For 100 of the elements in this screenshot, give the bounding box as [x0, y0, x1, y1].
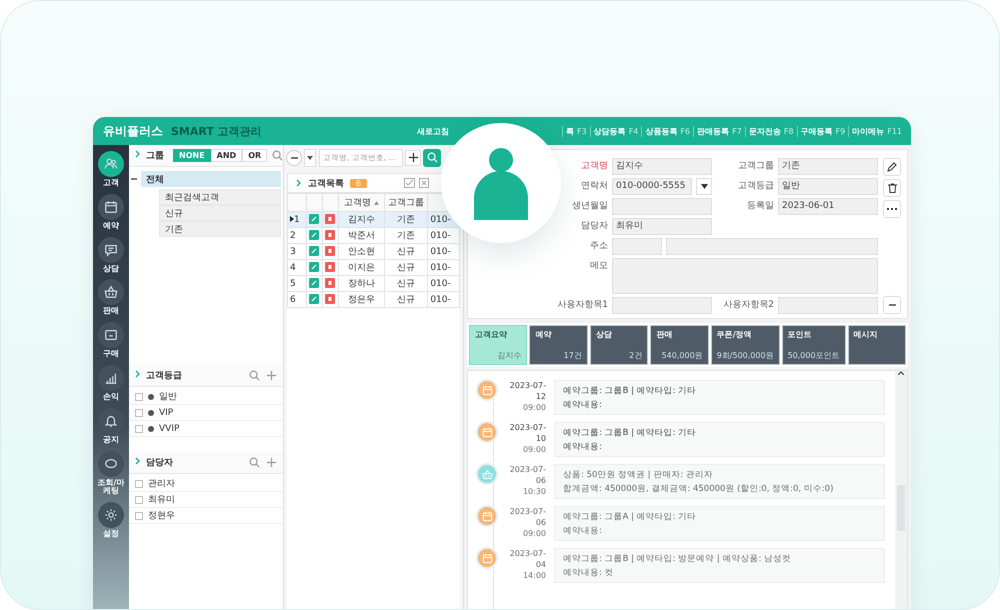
input-field[interactable]: 010-0000-5555	[612, 178, 692, 195]
table-row[interactable]: 3 안소현 신규 010-	[288, 244, 460, 260]
basket-icon	[104, 285, 118, 300]
caret-icon	[307, 156, 313, 160]
tab-title: 상담	[596, 329, 613, 340]
speech-bubble-icon	[104, 456, 118, 471]
column-header[interactable]: 고객그룹	[384, 194, 428, 212]
checklist-icon[interactable]	[404, 178, 415, 188]
checkbox[interactable]	[135, 512, 143, 520]
table-cell: 박준서	[338, 228, 385, 244]
search-icon[interactable]	[249, 370, 260, 381]
memo-field[interactable]	[612, 258, 878, 294]
input-field[interactable]: 일반	[778, 178, 878, 195]
trash-icon[interactable]	[325, 262, 336, 272]
tree-item[interactable]: 전체	[141, 171, 281, 187]
checkbox[interactable]	[135, 480, 143, 488]
table-cell: 010-	[428, 244, 460, 260]
list-label[interactable]: 최유미	[148, 493, 175, 506]
table-row[interactable]: 5 장하나 신규 010-	[288, 276, 460, 292]
input-field[interactable]	[666, 238, 878, 255]
checkbox[interactable]	[135, 408, 143, 416]
list-label[interactable]: VVIP	[159, 424, 180, 434]
edit-icon[interactable]	[309, 230, 320, 240]
row-number: 5	[290, 278, 296, 288]
input-field[interactable]	[612, 297, 712, 314]
edit-icon[interactable]	[309, 294, 320, 304]
summary-tab[interactable]: 예약 17건	[529, 325, 588, 365]
app-subtitle: SMART 고객관리	[171, 124, 262, 138]
list-label[interactable]: 관리자	[148, 477, 175, 490]
row-number: 1	[294, 214, 300, 224]
scrollbar[interactable]	[895, 371, 907, 609]
tab-title: 예약	[535, 329, 552, 340]
summary-tab[interactable]: 판매 540,000원	[650, 325, 709, 365]
event-date: 2023-07-04	[508, 548, 546, 570]
checkbox[interactable]	[135, 424, 143, 432]
table-cell: 010-	[428, 228, 460, 244]
tree-item[interactable]: 기존	[159, 221, 281, 237]
list-label[interactable]: VIP	[159, 408, 174, 418]
input-field[interactable]: 김지수	[612, 158, 712, 175]
input-field[interactable]	[612, 198, 712, 215]
summary-tab[interactable]: 상담 2건	[590, 325, 648, 365]
dropdown-button[interactable]	[304, 148, 316, 166]
search-icon[interactable]	[249, 457, 260, 468]
settings-icon	[104, 508, 118, 522]
list-label[interactable]: 일반	[159, 390, 177, 403]
checkbox[interactable]	[135, 496, 143, 504]
tree-item[interactable]: 최근검색고객	[159, 189, 281, 205]
tree-item[interactable]: 신규	[159, 205, 281, 221]
tab-value: 9회/500,000원	[716, 350, 774, 361]
input-field[interactable]: 기존	[778, 158, 878, 175]
search-icon[interactable]	[272, 150, 284, 161]
trash-icon[interactable]	[325, 294, 336, 304]
edit-icon[interactable]	[309, 214, 320, 224]
table-cell: 안소현	[338, 244, 385, 260]
row-number: 4	[290, 262, 296, 272]
scroll-up-icon[interactable]	[898, 371, 904, 375]
table-cell: 이지은	[338, 260, 385, 276]
list-label[interactable]: 정현우	[148, 509, 175, 522]
table-row[interactable]: 4 이지은 신규 010-	[288, 260, 460, 276]
sort-icon	[374, 201, 379, 205]
event-summary: 예약그룹: 그룹B | 예약타입: 방문예약 | 예약상품: 남성컷	[563, 553, 792, 566]
input-field[interactable]: 2023-06-01	[778, 198, 878, 215]
row-number: 2	[290, 230, 296, 240]
checkbox[interactable]	[135, 392, 143, 400]
table-row[interactable]: 1 김지수 기존 010-	[288, 212, 460, 228]
event-time: 09:00	[522, 528, 546, 539]
trash-icon[interactable]	[325, 246, 336, 256]
more-button[interactable]	[883, 200, 901, 218]
field-label: 고객그룹	[737, 160, 774, 173]
event-summary: 예약그룹: 그룹A | 예약타입: 기타	[563, 511, 698, 524]
summary-tab[interactable]: 메시지	[848, 325, 906, 365]
event-date: 2023-07-06	[508, 506, 546, 528]
search-icon[interactable]	[426, 152, 438, 163]
input-field[interactable]	[612, 238, 662, 255]
dropdown-button[interactable]	[696, 178, 712, 195]
event-detail: 예약내용: 컷	[563, 567, 615, 580]
trash-icon[interactable]	[325, 278, 336, 288]
edit-icon[interactable]	[309, 278, 320, 288]
input-field[interactable]: 최유미	[612, 218, 712, 235]
trash-icon[interactable]	[325, 230, 336, 240]
edit-icon[interactable]	[309, 246, 320, 256]
input-field[interactable]	[778, 297, 878, 314]
delete-button[interactable]	[883, 179, 901, 197]
edit-icon[interactable]	[309, 262, 320, 272]
mode-toggle[interactable]: AND	[210, 149, 242, 162]
summary-tab[interactable]: 고객요약 김지수	[469, 325, 528, 365]
nav-button[interactable]: 조회/마케팅	[94, 450, 128, 496]
edit-button[interactable]	[883, 158, 901, 176]
calendar-icon	[482, 426, 492, 438]
collapse-button[interactable]	[883, 296, 901, 314]
column-header[interactable]: 고객명	[338, 194, 385, 212]
trash-icon[interactable]	[325, 214, 336, 224]
collapse-button[interactable]	[286, 150, 302, 166]
summary-tab[interactable]: 쿠폰/정액 9회/500,000원	[710, 325, 780, 365]
collapse-icon[interactable]	[131, 176, 137, 182]
table-row[interactable]: 2 박준서 기존 010-	[288, 228, 460, 244]
table-cell: 기존	[384, 228, 428, 244]
mode-toggle[interactable]: OR	[242, 149, 268, 162]
summary-tab[interactable]: 포인트 50,000포인트	[782, 325, 846, 365]
calendar-icon	[104, 200, 118, 214]
